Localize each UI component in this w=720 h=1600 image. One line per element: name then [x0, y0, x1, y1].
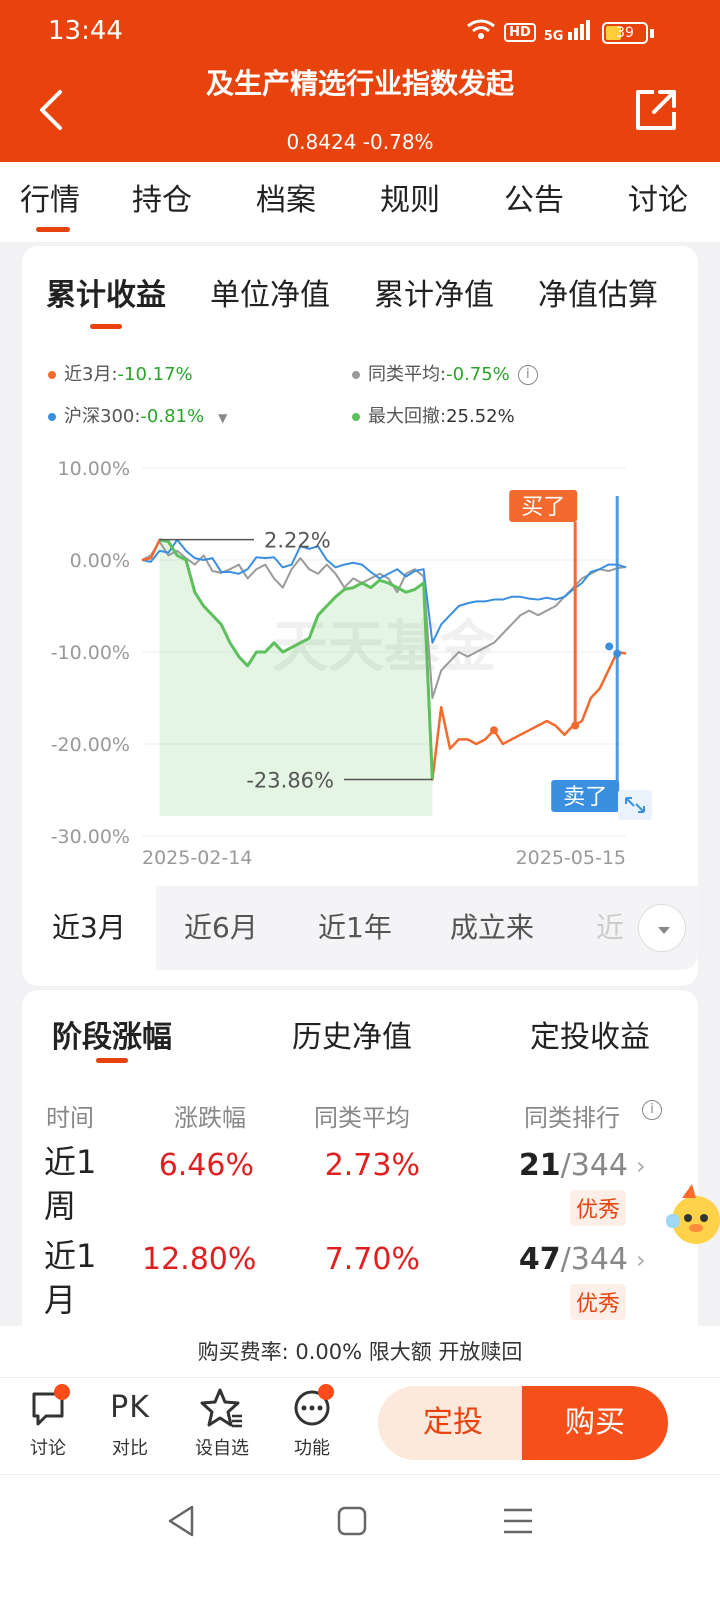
- compare-label: 对比: [112, 1438, 148, 1459]
- rank-value: 47: [518, 1242, 561, 1277]
- watchlist-button[interactable]: 设自选: [182, 1386, 262, 1460]
- tab-profile[interactable]: 档案: [224, 162, 348, 242]
- battery-icon: 39: [602, 22, 648, 44]
- notification-dot: [318, 1384, 334, 1400]
- status-time: 13:44: [48, 16, 123, 46]
- y-tick-label: -20.00%: [51, 734, 130, 756]
- watchlist-label: 设自选: [195, 1438, 249, 1459]
- fund-nav: 0.8424 -0.78%: [286, 130, 434, 154]
- chevron-right-icon[interactable]: ›: [636, 1152, 646, 1180]
- chart-card: 累计收益 单位净值 累计净值 净值估算 近3月:-10.17% 同类平均:-0.…: [22, 246, 698, 986]
- tab-holdings[interactable]: 持仓: [100, 162, 224, 242]
- buy-point: [571, 721, 580, 730]
- discuss-label: 讨论: [30, 1438, 66, 1459]
- y-tick-label: -30.00%: [51, 826, 130, 848]
- tab-announcements[interactable]: 公告: [472, 162, 596, 242]
- star-icon: [200, 1388, 242, 1428]
- share-icon[interactable]: [632, 86, 680, 134]
- bottom-action-bar: 讨论 PK 对比 设自选 功能 定投 购买: [0, 1378, 720, 1474]
- sell-point: [613, 649, 622, 658]
- period-selector: 近3月 近6月 近1年 成立来 近: [22, 886, 698, 970]
- notification-dot: [54, 1384, 70, 1400]
- rank-total: /344: [560, 1242, 628, 1277]
- tab-market[interactable]: 行情: [0, 162, 100, 242]
- rank-total: /344: [560, 1148, 628, 1183]
- buy-tag-label: 买了: [521, 495, 565, 520]
- row-rank-1w[interactable]: 21/344: [502, 1148, 628, 1183]
- col-change: 涨跌幅: [174, 1104, 246, 1132]
- period-since-inception[interactable]: 成立来: [450, 886, 534, 970]
- signal-label: 5G: [543, 29, 564, 44]
- mascot-float-icon[interactable]: [662, 1180, 720, 1250]
- col-category-rank: 同类排行: [524, 1104, 620, 1132]
- sell-tag-label: 卖了: [563, 785, 607, 810]
- return-chart[interactable]: 10.00%0.00%-10.00%-20.00%-30.00%天天基金2025…: [22, 246, 698, 886]
- sell-point: [605, 642, 614, 651]
- col-period: 时间: [46, 1104, 94, 1132]
- row-change-1w: 6.46%: [158, 1148, 254, 1183]
- battery-level: 39: [616, 25, 634, 41]
- functions-label: 功能: [294, 1438, 330, 1459]
- fixed-investment-button[interactable]: 定投: [378, 1386, 528, 1460]
- y-tick-label: 10.00%: [58, 458, 130, 480]
- signal-icon: 5G: [544, 20, 590, 44]
- row-label-1w: 近1周: [44, 1143, 97, 1225]
- fee-line: 购买费率: 0.00% 限大额 开放赎回: [0, 1326, 720, 1378]
- row-avg-1w: 2.73%: [324, 1148, 420, 1183]
- tab-rules[interactable]: 规则: [348, 162, 472, 242]
- fund-point: [490, 726, 498, 735]
- row-label-1m: 近1月: [44, 1237, 97, 1319]
- y-tick-label: -10.00%: [51, 642, 130, 664]
- period-6m[interactable]: 近6月: [184, 886, 258, 970]
- row-avg-1m: 7.70%: [324, 1242, 420, 1277]
- row-change-1m: 12.80%: [142, 1242, 257, 1277]
- returns-card: 阶段涨幅 历史净值 定投收益 时间 涨跌幅 同类平均 同类排行 i 近1周 6.…: [22, 990, 698, 1350]
- max-annotation: 2.22%: [264, 529, 331, 553]
- header: 13:44 HD 5G 39 及生产精选行业指数发起 0.8424 -0.78%: [0, 0, 720, 162]
- battery-tip: [650, 29, 654, 38]
- discuss-button[interactable]: 讨论: [8, 1386, 88, 1460]
- nav-home-icon[interactable]: [334, 1503, 370, 1539]
- pk-icon: PK: [110, 1390, 150, 1425]
- rank-badge: 优秀: [570, 1284, 627, 1320]
- x-tick-label-end: 2025-05-15: [516, 847, 626, 869]
- buy-button[interactable]: 购买: [522, 1386, 668, 1460]
- fund-title: 及生产精选行业指数发起: [205, 67, 514, 100]
- compare-button[interactable]: PK 对比: [90, 1386, 170, 1460]
- status-icons: HD 5G: [466, 18, 590, 46]
- col-category-avg: 同类平均: [314, 1104, 410, 1132]
- tab-sip-return[interactable]: 定投收益: [530, 1012, 650, 1056]
- tab-discussion[interactable]: 讨论: [596, 162, 720, 242]
- row-rank-1m[interactable]: 47/344: [502, 1242, 628, 1277]
- top-tabs: 行情 持仓 档案 规则 公告 讨论: [0, 162, 720, 242]
- wifi-icon: [466, 18, 496, 46]
- tab-nav-history[interactable]: 历史净值: [292, 1012, 412, 1056]
- nav-back-icon[interactable]: [164, 1503, 200, 1539]
- chevron-right-icon[interactable]: ›: [636, 1246, 646, 1274]
- system-nav-bar: [0, 1474, 720, 1600]
- rank-info-icon[interactable]: i: [642, 1100, 662, 1120]
- min-annotation: -23.86%: [246, 769, 334, 793]
- rank-value: 21: [518, 1148, 561, 1183]
- period-more-label[interactable]: 近: [596, 886, 624, 970]
- y-tick-label: 0.00%: [70, 550, 130, 572]
- functions-button[interactable]: 功能: [272, 1386, 352, 1460]
- period-3m[interactable]: 近3月: [22, 886, 156, 970]
- expand-icon[interactable]: [618, 790, 652, 820]
- tab-period-return[interactable]: 阶段涨幅: [52, 1012, 172, 1056]
- hd-badge: HD: [504, 22, 536, 42]
- period-expand-icon[interactable]: [638, 904, 686, 952]
- period-1y[interactable]: 近1年: [318, 886, 392, 970]
- x-tick-label-start: 2025-02-14: [142, 847, 252, 869]
- rank-badge: 优秀: [570, 1190, 627, 1226]
- returns-tab-indicator: [96, 1058, 128, 1063]
- nav-menu-icon[interactable]: [500, 1503, 536, 1539]
